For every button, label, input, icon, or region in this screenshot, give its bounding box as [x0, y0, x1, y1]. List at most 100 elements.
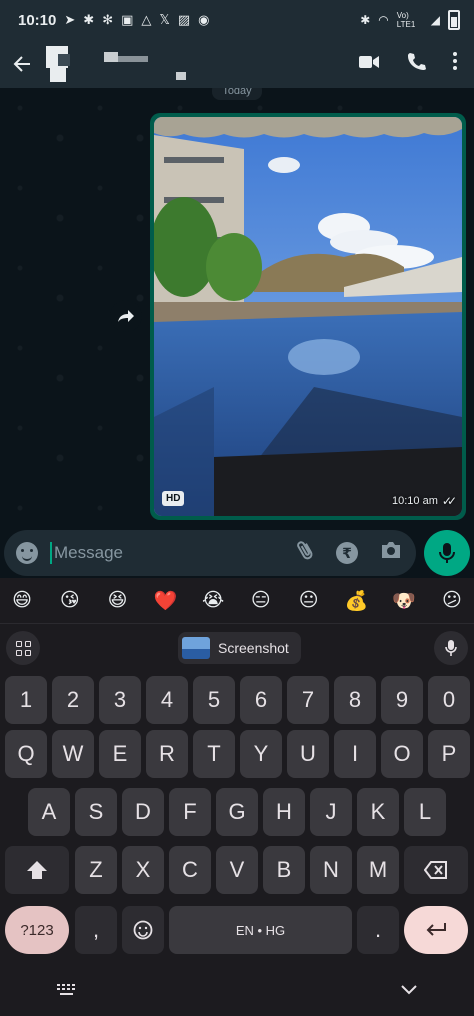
back-arrow-icon[interactable]	[8, 50, 36, 78]
chat-header	[0, 40, 474, 88]
emoji-suggestion[interactable]: 🐶	[390, 589, 418, 613]
key-c[interactable]: C	[169, 846, 211, 894]
message-box[interactable]: ₹	[4, 530, 416, 576]
voice-input-icon[interactable]	[434, 631, 468, 665]
key-q[interactable]: Q	[5, 730, 47, 778]
key-6[interactable]: 6	[240, 676, 282, 724]
emoji-suggestion[interactable]: 😭	[199, 589, 227, 612]
key-u[interactable]: U	[287, 730, 329, 778]
key-t[interactable]: T	[193, 730, 235, 778]
period-key[interactable]: .	[357, 906, 399, 954]
space-key[interactable]: EN • HG	[169, 906, 352, 954]
keyboard: 😄 😘 😆 ❤️ 😭 😑 😐 💰 🐶 😕 Screenshot 1 2 3 4 …	[0, 578, 474, 1016]
attach-icon[interactable]	[296, 539, 314, 567]
emoji-suggestion[interactable]: 😆	[104, 589, 132, 612]
backspace-icon	[424, 861, 447, 879]
emoji-key[interactable]	[122, 906, 164, 954]
x-icon: 𝕏	[159, 12, 170, 27]
emoji-suggestion[interactable]: 😑	[247, 589, 275, 612]
enter-icon	[426, 923, 446, 936]
video-call-icon[interactable]	[358, 53, 380, 76]
key-h[interactable]: H	[263, 788, 305, 836]
message-input[interactable]	[54, 543, 296, 563]
key-d[interactable]: D	[122, 788, 164, 836]
key-8[interactable]: 8	[334, 676, 376, 724]
emoji-suggestion-row: 😄 😘 😆 ❤️ 😭 😑 😐 💰 🐶 😕	[0, 578, 474, 624]
key-v[interactable]: V	[216, 846, 258, 894]
key-f[interactable]: F	[169, 788, 211, 836]
apps-grid-icon[interactable]	[6, 631, 40, 665]
comma-key[interactable]: ,	[75, 906, 117, 954]
smiley-icon	[133, 920, 153, 940]
key-i[interactable]: I	[334, 730, 376, 778]
navigation-bar	[0, 968, 474, 1016]
emoji-suggestion[interactable]: 😕	[438, 589, 466, 612]
more-icon[interactable]	[452, 51, 458, 77]
key-9[interactable]: 9	[381, 676, 423, 724]
key-3[interactable]: 3	[99, 676, 141, 724]
voice-call-icon[interactable]	[406, 51, 426, 77]
screenshot-thumbnail	[182, 637, 210, 659]
key-0[interactable]: 0	[428, 676, 470, 724]
status-left-icons: ➤ ✱ ✻ ▣ △ 𝕏 ▨ ◉	[64, 12, 209, 28]
hide-keyboard-icon[interactable]	[400, 983, 418, 1001]
key-2[interactable]: 2	[52, 676, 94, 724]
key-g[interactable]: G	[216, 788, 258, 836]
screenshot-suggestion-chip[interactable]: Screenshot	[178, 632, 301, 664]
key-7[interactable]: 7	[287, 676, 329, 724]
gallery-icon: ▨	[177, 12, 191, 27]
status-bar: 10:10 ➤ ✱ ✻ ▣ △ 𝕏 ▨ ◉ ✱ ◠ Vo) LTE1 ◢	[0, 0, 474, 40]
forward-icon[interactable]	[110, 300, 142, 332]
bluetooth-icon: ✱	[360, 13, 371, 27]
chat-area[interactable]: Today HD 10:10 am ✓✓	[0, 88, 474, 530]
key-4[interactable]: 4	[146, 676, 188, 724]
key-e[interactable]: E	[99, 730, 141, 778]
shift-icon	[27, 861, 47, 879]
keyboard-toolbar: Screenshot	[0, 625, 474, 671]
mic-icon	[439, 543, 455, 563]
emoji-suggestion[interactable]: ❤️	[151, 589, 179, 613]
battery-icon	[448, 10, 460, 30]
composer-icons: ₹	[296, 539, 402, 567]
emoji-suggestion[interactable]: 😘	[56, 589, 84, 612]
wifi-icon: ◠	[378, 13, 389, 27]
key-z[interactable]: Z	[75, 846, 117, 894]
key-a[interactable]: A	[28, 788, 70, 836]
key-5[interactable]: 5	[193, 676, 235, 724]
emoji-suggestion[interactable]: 💰	[342, 589, 370, 613]
key-j[interactable]: J	[310, 788, 352, 836]
key-b[interactable]: B	[263, 846, 305, 894]
mic-button[interactable]	[424, 530, 470, 576]
symbols-key[interactable]: ?123	[5, 906, 69, 954]
slack-icon: ✱	[83, 12, 95, 27]
key-o[interactable]: O	[381, 730, 423, 778]
key-y[interactable]: Y	[240, 730, 282, 778]
shift-key[interactable]	[5, 846, 69, 894]
key-x[interactable]: X	[122, 846, 164, 894]
key-l[interactable]: L	[404, 788, 446, 836]
image-message-bubble[interactable]: HD 10:10 am ✓✓	[150, 113, 466, 520]
emoji-suggestion[interactable]: 😄	[8, 589, 36, 612]
telegram-icon: ➤	[64, 12, 76, 27]
key-k[interactable]: K	[357, 788, 399, 836]
camera-icon[interactable]	[380, 541, 402, 565]
key-p[interactable]: P	[428, 730, 470, 778]
keyboard-switch-icon[interactable]	[56, 983, 78, 1002]
contact-name[interactable]	[100, 46, 260, 82]
key-r[interactable]: R	[146, 730, 188, 778]
emoji-suggestion[interactable]: 😐	[295, 589, 323, 612]
key-n[interactable]: N	[310, 846, 352, 894]
avatar[interactable]	[42, 44, 86, 84]
backspace-key[interactable]	[404, 846, 468, 894]
rupee-icon[interactable]: ₹	[336, 542, 358, 564]
header-actions	[358, 51, 458, 77]
status-time: 10:10	[18, 11, 57, 29]
date-chip: Today	[212, 88, 262, 100]
key-s[interactable]: S	[75, 788, 117, 836]
key-m[interactable]: M	[357, 846, 399, 894]
emoji-icon[interactable]	[16, 542, 38, 564]
enter-key[interactable]	[404, 906, 468, 954]
message-photo[interactable]: HD 10:10 am ✓✓	[154, 117, 462, 516]
key-1[interactable]: 1	[5, 676, 47, 724]
key-w[interactable]: W	[52, 730, 94, 778]
